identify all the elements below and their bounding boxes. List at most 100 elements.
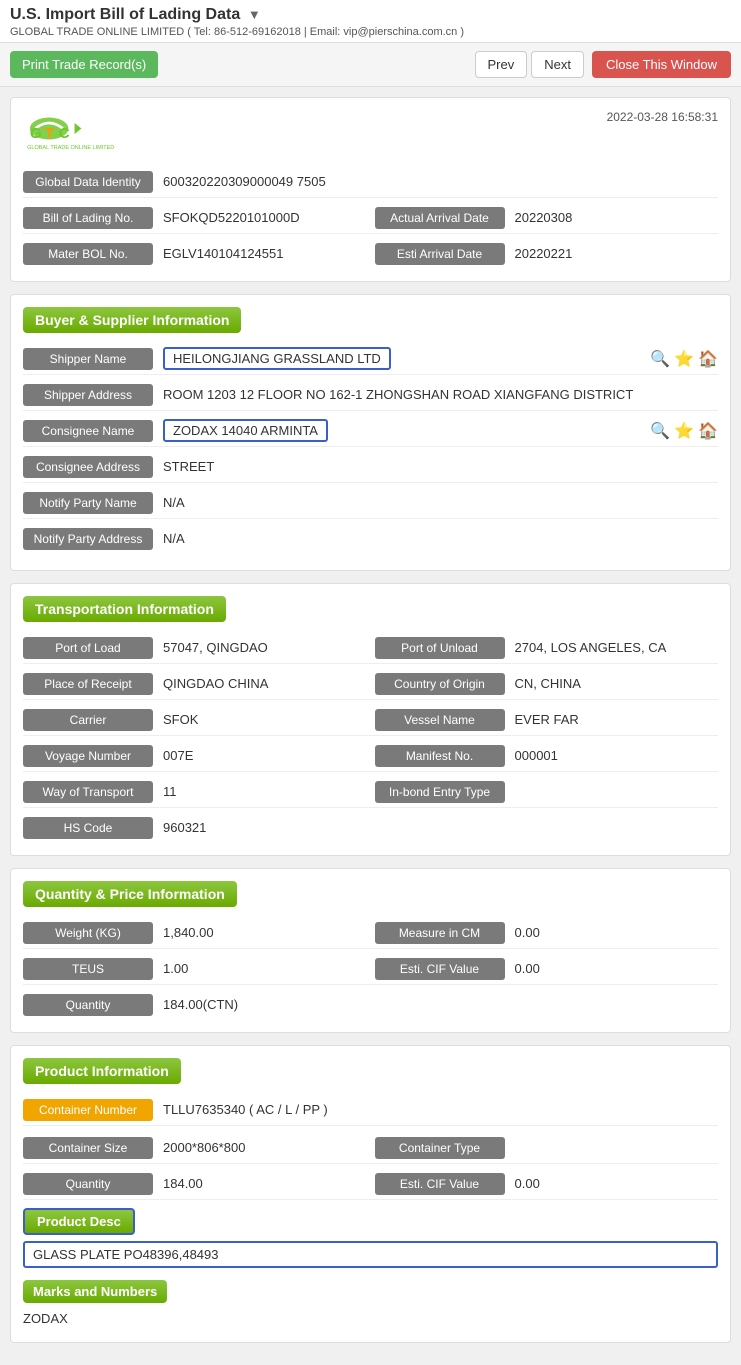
svg-text:T: T — [45, 125, 55, 142]
voyage-row: Voyage Number 007E Manifest No. 000001 — [23, 740, 718, 772]
notify-party-address-row: Notify Party Address N/A — [23, 523, 718, 554]
home-icon[interactable]: 🏠 — [698, 349, 718, 369]
close-button[interactable]: Close This Window — [592, 51, 731, 78]
shipper-name-value: HEILONGJIANG GRASSLAND LTD — [163, 347, 391, 370]
weight-value: 1,840.00 — [153, 921, 367, 944]
notify-party-address-value: N/A — [153, 527, 718, 550]
product-esti-cif-value: 0.00 — [505, 1172, 719, 1195]
global-data-identity-row: Global Data Identity 600320220309000049 … — [23, 166, 718, 198]
consignee-home-icon[interactable]: 🏠 — [698, 421, 718, 441]
quantity-price-title: Quantity & Price Information — [23, 881, 237, 907]
bol-row: Bill of Lading No. SFOKQD5220101000D Act… — [23, 202, 718, 234]
product-info-title: Product Information — [23, 1058, 181, 1084]
voyage-number-value: 007E — [153, 744, 367, 767]
star-icon[interactable]: ⭐ — [674, 349, 694, 369]
port-of-load-label: Port of Load — [23, 637, 153, 659]
mater-bol-row: Mater BOL No. EGLV140104124551 Esti Arri… — [23, 238, 718, 269]
container-type-value — [505, 1144, 719, 1152]
container-number-row: Container Number TLLU7635340 ( AC / L / … — [23, 1094, 718, 1126]
measure-value: 0.00 — [505, 921, 719, 944]
port-of-load-value: 57047, QINGDAO — [153, 636, 367, 659]
port-of-unload-label: Port of Unload — [375, 637, 505, 659]
container-number-label: Container Number — [23, 1099, 153, 1121]
port-of-unload-value: 2704, LOS ANGELES, CA — [505, 636, 719, 659]
weight-row: Weight (KG) 1,840.00 Measure in CM 0.00 — [23, 917, 718, 949]
esti-cif-label: Esti. CIF Value — [375, 958, 505, 980]
quantity-value: 184.00(CTN) — [153, 993, 367, 1016]
consignee-address-label: Consignee Address — [23, 456, 153, 478]
quantity-price-section: Quantity & Price Information Weight (KG)… — [10, 868, 731, 1033]
teus-value: 1.00 — [153, 957, 367, 980]
consignee-name-label: Consignee Name — [23, 420, 153, 442]
next-button[interactable]: Next — [531, 51, 584, 78]
actual-arrival-value: 20220308 — [505, 206, 719, 229]
carrier-value: SFOK — [153, 708, 367, 731]
buyer-supplier-section: Buyer & Supplier Information Shipper Nam… — [10, 294, 731, 571]
product-esti-cif-label: Esti. CIF Value — [375, 1173, 505, 1195]
container-number-value: TLLU7635340 ( AC / L / PP ) — [153, 1098, 718, 1121]
dropdown-arrow[interactable]: ▼ — [248, 7, 261, 22]
consignee-address-value: STREET — [153, 455, 718, 478]
notify-party-name-row: Notify Party Name N/A — [23, 487, 718, 519]
svg-text:G: G — [30, 125, 42, 142]
print-button[interactable]: Print Trade Record(s) — [10, 51, 158, 78]
in-bond-value — [505, 788, 719, 796]
main-card: G T C GLOBAL TRADE ONLINE LIMITED 2022-0… — [10, 97, 731, 282]
notify-party-address-label: Notify Party Address — [23, 528, 153, 550]
consignee-address-row: Consignee Address STREET — [23, 451, 718, 483]
content-area: G T C GLOBAL TRADE ONLINE LIMITED 2022-0… — [0, 87, 741, 1365]
container-size-value: 2000*806*800 — [153, 1136, 367, 1159]
logo-area: G T C GLOBAL TRADE ONLINE LIMITED 2022-0… — [23, 110, 718, 158]
notify-party-name-label: Notify Party Name — [23, 492, 153, 514]
transport-row: Way of Transport 11 In-bond Entry Type — [23, 776, 718, 808]
actual-arrival-label: Actual Arrival Date — [375, 207, 505, 229]
container-size-row: Container Size 2000*806*800 Container Ty… — [23, 1132, 718, 1164]
teus-row: TEUS 1.00 Esti. CIF Value 0.00 — [23, 953, 718, 985]
svg-text:GLOBAL TRADE ONLINE LIMITED: GLOBAL TRADE ONLINE LIMITED — [27, 145, 114, 151]
measure-label: Measure in CM — [375, 922, 505, 944]
shipper-address-value: ROOM 1203 12 FLOOR NO 162-1 ZHONGSHAN RO… — [153, 383, 718, 406]
consignee-icons: 🔍 ⭐ 🏠 — [650, 421, 718, 441]
esti-cif-value: 0.00 — [505, 957, 719, 980]
esti-arrival-value: 20220221 — [505, 242, 719, 265]
hs-code-row: HS Code 960321 — [23, 812, 718, 843]
mater-bol-label: Mater BOL No. — [23, 243, 153, 265]
bol-label: Bill of Lading No. — [23, 207, 153, 229]
port-row: Port of Load 57047, QINGDAO Port of Unlo… — [23, 632, 718, 664]
container-size-label: Container Size — [23, 1137, 153, 1159]
marks-area: Marks and Numbers ZODAX — [23, 1274, 718, 1330]
consignee-name-row: Consignee Name ZODAX 14040 ARMINTA 🔍 ⭐ 🏠 — [23, 415, 718, 447]
quantity-row: Quantity 184.00(CTN) — [23, 989, 718, 1020]
carrier-row: Carrier SFOK Vessel Name EVER FAR — [23, 704, 718, 736]
search-icon[interactable]: 🔍 — [650, 349, 670, 369]
toolbar: Print Trade Record(s) Prev Next Close Th… — [0, 43, 741, 87]
consignee-star-icon[interactable]: ⭐ — [674, 421, 694, 441]
product-desc-area: Product Desc GLASS PLATE PO48396,48493 — [23, 1208, 718, 1268]
place-of-receipt-label: Place of Receipt — [23, 673, 153, 695]
global-data-identity-label: Global Data Identity — [23, 171, 153, 193]
gtc-logo: G T C GLOBAL TRADE ONLINE LIMITED — [23, 110, 133, 158]
prev-button[interactable]: Prev — [475, 51, 528, 78]
teus-label: TEUS — [23, 958, 153, 980]
quantity-label: Quantity — [23, 994, 153, 1016]
product-quantity-label: Quantity — [23, 1173, 153, 1195]
voyage-number-label: Voyage Number — [23, 745, 153, 767]
transportation-section: Transportation Information Port of Load … — [10, 583, 731, 856]
vessel-name-label: Vessel Name — [375, 709, 505, 731]
shipper-name-label: Shipper Name — [23, 348, 153, 370]
subtitle: GLOBAL TRADE ONLINE LIMITED ( Tel: 86-51… — [10, 26, 731, 38]
esti-arrival-label: Esti Arrival Date — [375, 243, 505, 265]
in-bond-label: In-bond Entry Type — [375, 781, 505, 803]
consignee-search-icon[interactable]: 🔍 — [650, 421, 670, 441]
country-of-origin-label: Country of Origin — [375, 673, 505, 695]
consignee-name-value: ZODAX 14040 ARMINTA — [163, 419, 328, 442]
carrier-label: Carrier — [23, 709, 153, 731]
marks-label: Marks and Numbers — [23, 1280, 167, 1303]
shipper-icons: 🔍 ⭐ 🏠 — [650, 349, 718, 369]
weight-label: Weight (KG) — [23, 922, 153, 944]
product-quantity-row: Quantity 184.00 Esti. CIF Value 0.00 — [23, 1168, 718, 1200]
hs-code-value: 960321 — [153, 816, 367, 839]
transportation-title: Transportation Information — [23, 596, 226, 622]
mater-bol-value: EGLV140104124551 — [153, 242, 367, 265]
receipt-row: Place of Receipt QINGDAO CHINA Country o… — [23, 668, 718, 700]
